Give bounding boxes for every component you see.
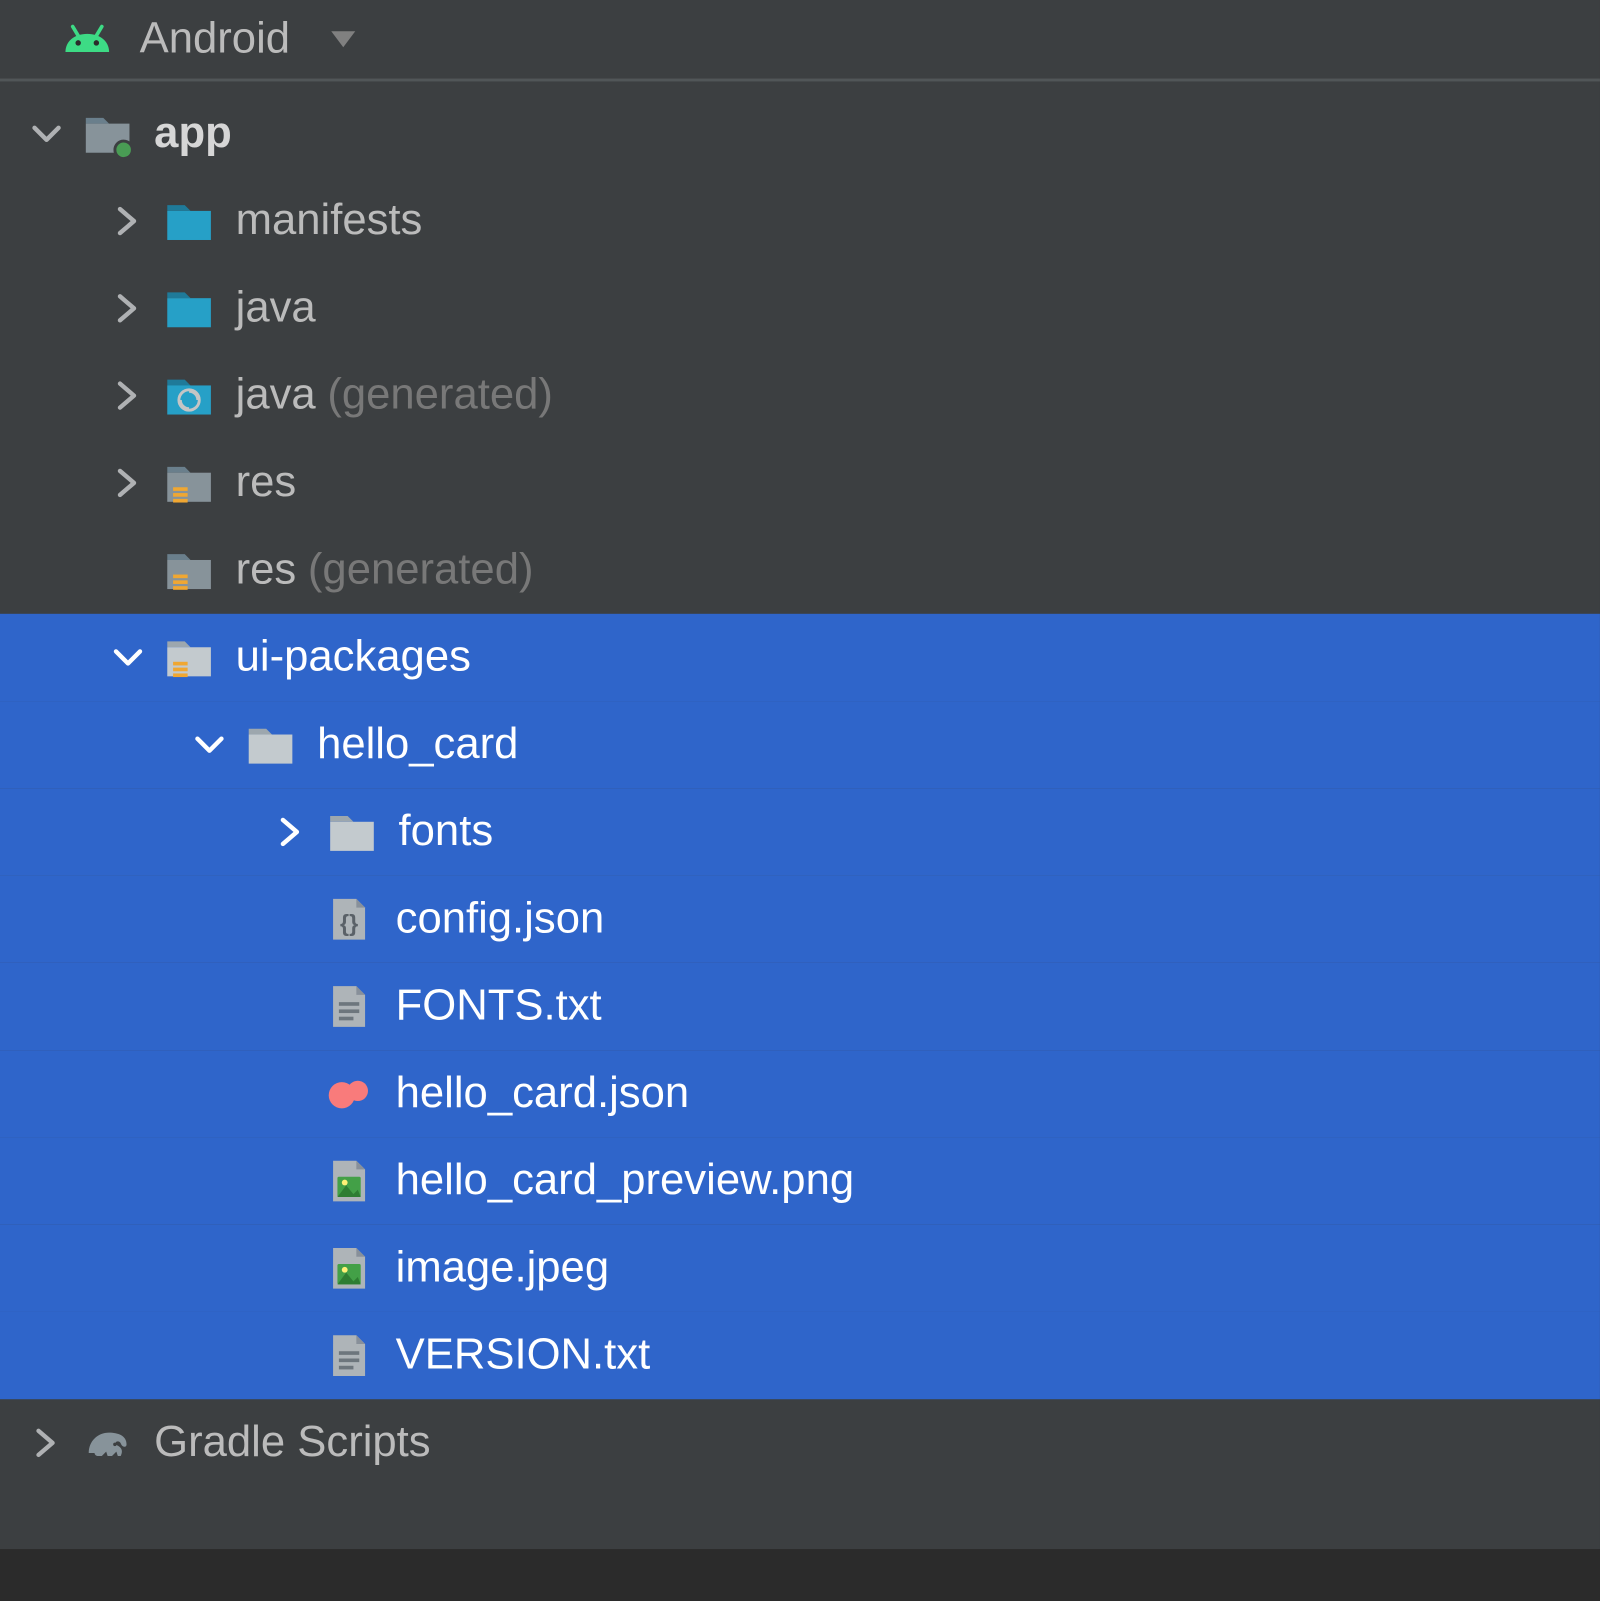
tree-node-label: hello_card_preview.png xyxy=(396,1156,855,1205)
tree-node-gradle-scripts[interactable]: Gradle Scripts xyxy=(0,1399,1600,1486)
chevron-down-icon[interactable] xyxy=(189,724,230,765)
project-view-title: Android xyxy=(140,15,290,64)
tree-node-label: java xyxy=(236,284,316,333)
chevron-right-icon[interactable] xyxy=(26,1423,67,1464)
tree-node-label: ui-packages xyxy=(236,633,471,682)
tree-node-res[interactable]: res xyxy=(0,439,1600,526)
tree-node-label: Gradle Scripts xyxy=(154,1418,430,1467)
tree-node-config-json[interactable]: config.json xyxy=(0,876,1600,963)
tree-node-image-jpeg[interactable]: image.jpeg xyxy=(0,1225,1600,1312)
tree-node-label: manifests xyxy=(236,196,423,245)
project-view-header[interactable]: Android xyxy=(0,0,1600,81)
tree-node-label: image.jpeg xyxy=(396,1244,609,1293)
tree-node-label: fonts xyxy=(399,807,494,856)
tree-node-hello-card-json[interactable]: hello_card.json xyxy=(0,1050,1600,1137)
chevron-down-icon[interactable] xyxy=(26,113,67,154)
tree-node-fonts-txt[interactable]: FONTS.txt xyxy=(0,963,1600,1050)
folder-icon xyxy=(160,192,218,250)
project-tree[interactable]: app manifests java java (generated) res xyxy=(0,81,1600,1549)
tree-node-hello-card-preview[interactable]: hello_card_preview.png xyxy=(0,1137,1600,1224)
resource-folder-icon xyxy=(160,454,218,512)
json-file-icon xyxy=(320,890,378,948)
tree-node-label: FONTS.txt xyxy=(396,982,602,1031)
generated-folder-icon xyxy=(160,367,218,425)
tree-node-label: app xyxy=(154,109,232,158)
image-file-icon xyxy=(320,1239,378,1297)
tree-node-manifests[interactable]: manifests xyxy=(0,177,1600,264)
chevron-right-icon[interactable] xyxy=(108,375,149,416)
tree-node-res-generated[interactable]: res (generated) xyxy=(0,527,1600,614)
folder-icon xyxy=(160,279,218,337)
tree-node-version-txt[interactable]: VERSION.txt xyxy=(0,1312,1600,1399)
tree-node-label: java xyxy=(236,371,316,420)
text-file-icon xyxy=(320,977,378,1035)
chevron-down-icon[interactable] xyxy=(108,637,149,678)
relay-json-icon xyxy=(320,1065,378,1123)
tree-node-label: hello_card.json xyxy=(396,1069,690,1118)
tree-node-hint: (generated) xyxy=(308,545,534,594)
resource-folder-icon xyxy=(160,541,218,599)
tree-node-fonts[interactable]: fonts xyxy=(0,788,1600,875)
folder-icon xyxy=(241,716,299,774)
text-file-icon xyxy=(320,1327,378,1385)
tree-node-java[interactable]: java xyxy=(0,265,1600,352)
chevron-right-icon[interactable] xyxy=(108,463,149,504)
tree-node-app[interactable]: app xyxy=(0,90,1600,177)
project-tool-window: Android app manifests java java xyxy=(0,0,1600,1549)
module-folder-icon xyxy=(79,105,137,163)
android-icon xyxy=(58,19,116,60)
chevron-right-icon[interactable] xyxy=(108,288,149,329)
tree-node-label: res xyxy=(236,458,297,507)
tree-node-label: VERSION.txt xyxy=(396,1331,651,1380)
chevron-right-icon[interactable] xyxy=(108,201,149,242)
tree-node-java-generated[interactable]: java (generated) xyxy=(0,352,1600,439)
dropdown-icon[interactable] xyxy=(328,23,360,55)
tree-node-label: res xyxy=(236,545,297,594)
tree-node-ui-packages[interactable]: ui-packages xyxy=(0,614,1600,701)
tree-node-hello-card[interactable]: hello_card xyxy=(0,701,1600,788)
chevron-right-icon[interactable] xyxy=(271,812,312,853)
tree-node-label: config.json xyxy=(396,895,605,944)
image-file-icon xyxy=(320,1152,378,1210)
tree-node-label: hello_card xyxy=(317,720,518,769)
gradle-icon xyxy=(79,1414,137,1472)
folder-icon xyxy=(323,803,381,861)
tree-node-hint: (generated) xyxy=(327,371,553,420)
resource-folder-icon xyxy=(160,628,218,686)
